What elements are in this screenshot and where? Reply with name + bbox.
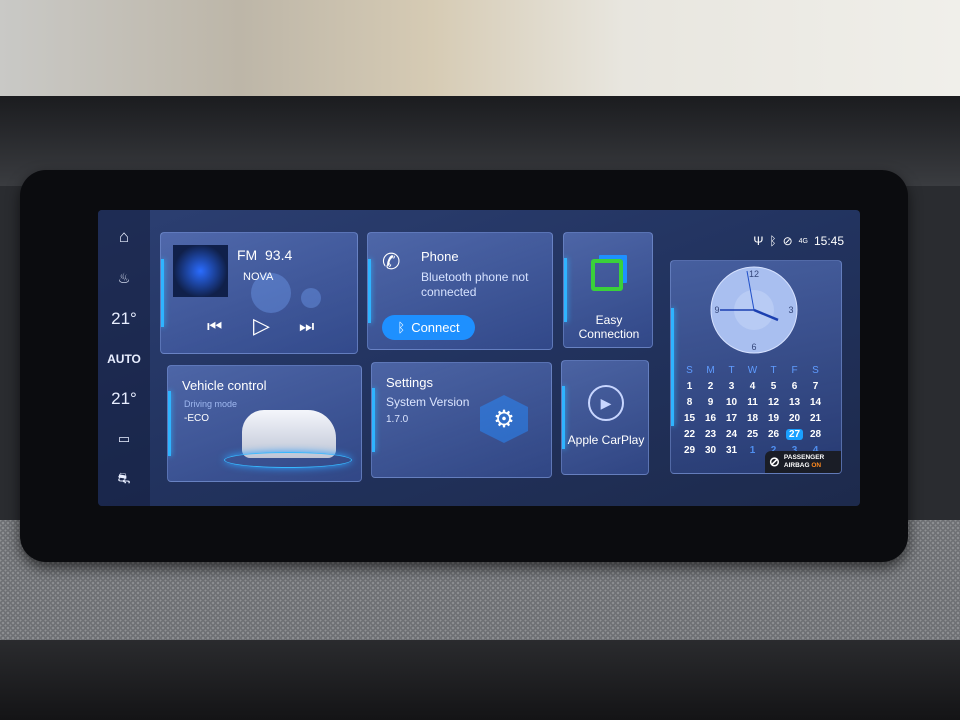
calendar-day[interactable]: 27 <box>784 426 805 442</box>
weekday-header: F <box>791 365 798 376</box>
home-icon[interactable]: ⌂ <box>119 227 129 247</box>
calendar-day[interactable]: 24 <box>721 426 742 442</box>
phone-card[interactable]: ✆ Phone Bluetooth phone not connected ᛒ … <box>367 232 553 350</box>
bluetooth-icon: ᛒ <box>769 234 777 248</box>
calendar-day[interactable]: 16 <box>700 410 721 426</box>
calendar-day[interactable]: 9 <box>700 394 721 410</box>
calendar-day[interactable]: 30 <box>700 442 721 458</box>
car-image <box>242 410 336 458</box>
system-version-label: System Version <box>386 395 470 409</box>
calendar-day[interactable]: 18 <box>742 410 763 426</box>
console <box>0 640 960 720</box>
calendar-day[interactable]: 17 <box>721 410 742 426</box>
calendar-day[interactable]: 21 <box>805 410 826 426</box>
temp-left[interactable]: 21° <box>111 309 137 329</box>
radio-frequency: 93.4 <box>265 247 293 263</box>
easy-connection-icon <box>591 259 623 291</box>
carplay-icon: ▶ <box>588 385 624 421</box>
calendar-day[interactable]: 22 <box>679 426 700 442</box>
carplay-label: Apple CarPlay <box>567 433 645 447</box>
settings-card[interactable]: Settings System Version 1.7.0 ⚙ <box>371 362 552 478</box>
climate-auto-button[interactable]: AUTO <box>107 352 141 366</box>
system-version: 1.7.0 <box>386 414 409 425</box>
calendar-day[interactable]: 20 <box>784 410 805 426</box>
media-card[interactable]: FM 93.4 NOVA ⏮ ▷ ⏭ <box>160 232 358 354</box>
settings-title: Settings <box>386 375 433 390</box>
vehicle-title: Vehicle control <box>182 378 267 393</box>
driving-mode-label: Driving mode <box>184 399 238 409</box>
status-bar: Ψ ᛒ ⊘ 4G 15:45 <box>753 234 844 248</box>
svg-text:9: 9 <box>714 305 719 315</box>
traction-icon[interactable]: ⛐ <box>118 470 131 489</box>
calendar-day[interactable]: 7 <box>805 378 826 394</box>
weekday-header: S <box>812 365 819 376</box>
background-showroom <box>0 0 960 100</box>
airbag-off-icon: ⊘ <box>769 454 780 469</box>
calendar-day[interactable]: 10 <box>721 394 742 410</box>
weekday-header: M <box>706 365 715 376</box>
calendar-day[interactable]: 8 <box>679 394 700 410</box>
phone-status: Bluetooth phone not connected <box>421 270 529 299</box>
next-button[interactable]: ⏭ <box>299 317 314 337</box>
svg-text:12: 12 <box>749 269 759 279</box>
bluetooth-icon: ᛒ <box>397 320 406 335</box>
clock-calendar-widget[interactable]: 12 3 6 9 S M T W T F S 1 2 3 4 5 6 7 8 9 10 11 12 13 14 15 16 1… <box>670 260 842 474</box>
svg-text:6: 6 <box>751 342 756 352</box>
usb-icon: Ψ <box>753 234 764 248</box>
easy-connection-label: Easy Connection <box>578 313 640 341</box>
svg-text:3: 3 <box>788 305 793 315</box>
passenger-airbag-indicator: ⊘ PASSENGER AIRBAG ON <box>765 451 841 473</box>
calendar-day[interactable]: 25 <box>742 426 763 442</box>
calendar-day[interactable]: 3 <box>721 378 742 394</box>
station-name: NOVA <box>243 271 274 283</box>
clock-time: 15:45 <box>813 234 844 248</box>
phone-title: Phone <box>421 249 459 264</box>
calendar-day[interactable]: 28 <box>805 426 826 442</box>
weekday-header: S <box>686 365 693 376</box>
front-defrost-icon[interactable]: ♨ <box>118 270 131 287</box>
radio-band: FM <box>237 247 258 263</box>
wireless-icon: ⊘ <box>782 234 793 248</box>
calendar-day[interactable]: 2 <box>700 378 721 394</box>
album-art <box>173 245 228 297</box>
calendar-day[interactable]: 1 <box>679 378 700 394</box>
calendar-day[interactable]: 11 <box>742 394 763 410</box>
gear-icon: ⚙ <box>480 395 528 443</box>
calendar-day[interactable]: 13 <box>784 394 805 410</box>
calendar-day[interactable]: 6 <box>784 378 805 394</box>
calendar: S M T W T F S 1 2 3 4 5 6 7 8 9 10 11 12 13 14 15 16 17 18 19 20 21… <box>679 363 826 458</box>
vehicle-control-card[interactable]: Vehicle control Driving mode -ECO <box>167 365 362 482</box>
connect-button[interactable]: ᛒ Connect <box>382 315 475 340</box>
apple-carplay-card[interactable]: ▶ Apple CarPlay <box>561 360 649 475</box>
calendar-day[interactable]: 4 <box>742 378 763 394</box>
calendar-day[interactable]: 5 <box>763 378 784 394</box>
previous-button[interactable]: ⏮ <box>207 317 222 337</box>
easy-connection-card[interactable]: Easy Connection <box>563 232 653 348</box>
calendar-day[interactable]: 14 <box>805 394 826 410</box>
calendar-day[interactable]: 12 <box>763 394 784 410</box>
temp-right[interactable]: 21° <box>111 389 137 409</box>
calendar-day[interactable]: 19 <box>763 410 784 426</box>
calendar-day[interactable]: 15 <box>679 410 700 426</box>
weekday-header: W <box>747 365 758 376</box>
infotainment-screen: ⌂ ♨ 21° AUTO 21° ▭ ⛐ Ψ ᛒ ⊘ 4G 15:45 FM 9… <box>98 210 860 506</box>
calendar-day[interactable]: 23 <box>700 426 721 442</box>
calendar-day[interactable]: 1 <box>742 442 763 458</box>
analog-clock: 12 3 6 9 <box>710 266 798 354</box>
calendar-day[interactable]: 31 <box>721 442 742 458</box>
calendar-day[interactable]: 26 <box>763 426 784 442</box>
weekday-header: T <box>770 365 777 376</box>
play-button[interactable]: ▷ <box>253 313 270 339</box>
climate-sidebar: ⌂ ♨ 21° AUTO 21° ▭ ⛐ <box>98 210 150 506</box>
driving-mode-value: -ECO <box>184 413 209 424</box>
weekday-header: T <box>728 365 735 376</box>
signal-icon: 4G <box>798 237 808 245</box>
calendar-day[interactable]: 29 <box>679 442 700 458</box>
rear-defrost-icon[interactable]: ▭ <box>118 431 130 447</box>
phone-icon: ✆ <box>382 249 401 274</box>
